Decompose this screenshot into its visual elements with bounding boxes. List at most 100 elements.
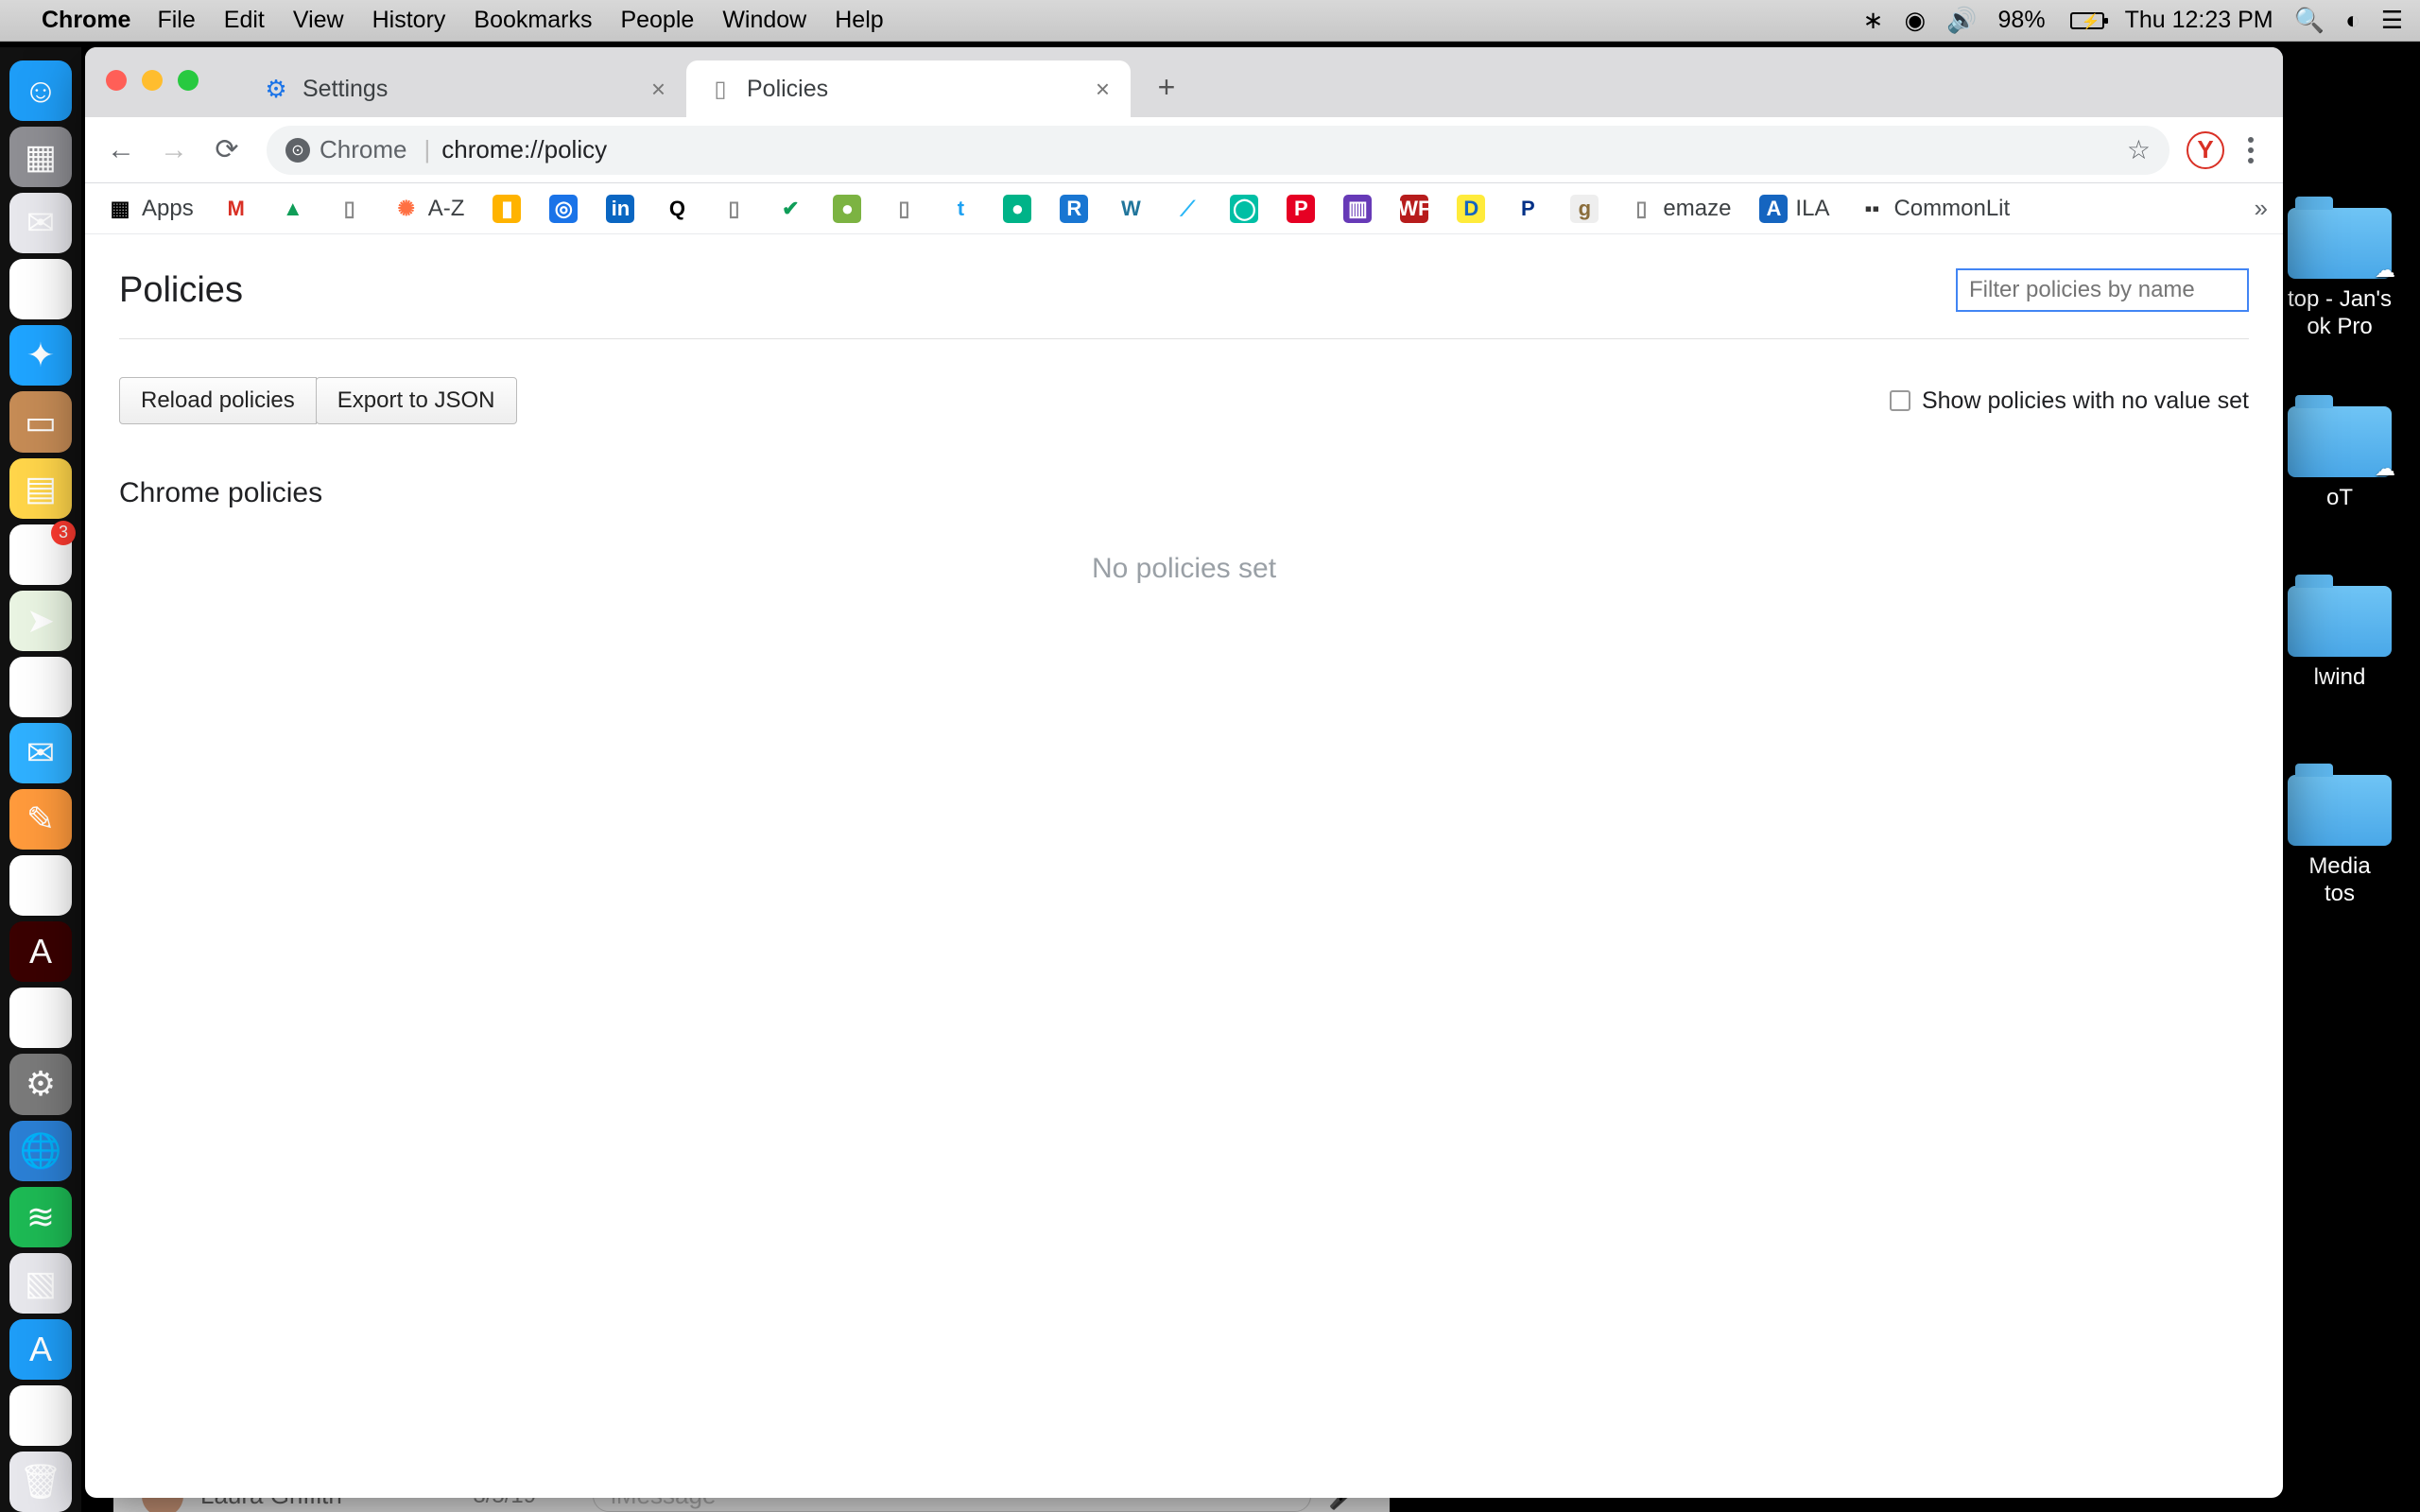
forward-button[interactable]: → bbox=[151, 128, 197, 173]
dock-messages[interactable]: ✉ bbox=[9, 723, 72, 783]
dock-appstore[interactable]: A bbox=[9, 1319, 72, 1380]
bookmark-item[interactable]: ✺A-Z bbox=[387, 191, 471, 227]
dock-pages[interactable]: ✎ bbox=[9, 789, 72, 850]
folder-icon bbox=[2288, 775, 2392, 846]
show-no-value-checkbox[interactable]: Show policies with no value set bbox=[1890, 387, 2249, 415]
dock-notes[interactable]: ▤ bbox=[9, 458, 72, 519]
bookmark-item[interactable]: ▥ bbox=[1338, 191, 1377, 227]
bookmark-item[interactable]: ▦Apps bbox=[100, 191, 199, 227]
checkbox-icon[interactable] bbox=[1890, 390, 1910, 411]
bookmark-item[interactable]: g bbox=[1564, 191, 1604, 227]
back-button[interactable]: ← bbox=[98, 128, 144, 173]
window-minimize-button[interactable] bbox=[142, 70, 163, 91]
desktop-folder[interactable]: lwind bbox=[2278, 586, 2401, 692]
bookmark-item[interactable]: P bbox=[1508, 191, 1547, 227]
bookmark-item[interactable]: in bbox=[600, 191, 640, 227]
bookmark-item[interactable]: ▯ bbox=[714, 191, 753, 227]
bookmark-item[interactable]: ▯ bbox=[884, 191, 924, 227]
bookmark-item[interactable]: ▪▪CommonLit bbox=[1852, 191, 2015, 227]
bookmark-item[interactable]: WF bbox=[1394, 191, 1434, 227]
menu-bookmarks[interactable]: Bookmarks bbox=[474, 7, 592, 34]
reload-policies-button[interactable]: Reload policies bbox=[119, 377, 317, 424]
dock-launchpad[interactable]: ▦ bbox=[9, 127, 72, 187]
menu-history[interactable]: History bbox=[372, 7, 446, 34]
menu-edit[interactable]: Edit bbox=[224, 7, 265, 34]
notification-center-icon[interactable]: ☰ bbox=[2381, 6, 2403, 35]
dock-reminders[interactable]: ✓3 bbox=[9, 524, 72, 585]
bookmark-item[interactable]: t bbox=[941, 191, 980, 227]
folder-icon: ☁ bbox=[2288, 208, 2392, 279]
dock-globe[interactable]: 🌐 bbox=[9, 1121, 72, 1181]
tab-close-button[interactable]: × bbox=[651, 75, 666, 104]
bookmark-item[interactable]: ● bbox=[827, 191, 867, 227]
menubar-app-name[interactable]: Chrome bbox=[42, 7, 130, 34]
bookmark-item[interactable]: ◯ bbox=[1224, 191, 1264, 227]
bookmark-item[interactable]: ▯ bbox=[330, 191, 370, 227]
siri-icon[interactable]: ◐ bbox=[2345, 6, 2360, 35]
dock-photos[interactable]: ✿ bbox=[9, 657, 72, 717]
reload-button[interactable]: ⟳ bbox=[204, 128, 250, 173]
dock-safari[interactable]: ✦ bbox=[9, 325, 72, 386]
dock-acrobat[interactable]: A bbox=[9, 921, 72, 982]
chrome-menu-button[interactable] bbox=[2232, 137, 2270, 163]
new-tab-button[interactable]: + bbox=[1146, 66, 1187, 108]
dock-textedit[interactable]: ▤ bbox=[9, 1385, 72, 1446]
tab-policies[interactable]: ▯Policies× bbox=[686, 60, 1131, 117]
menu-help[interactable]: Help bbox=[835, 7, 883, 34]
bookmark-item[interactable]: ▯emaze bbox=[1621, 191, 1737, 227]
dock-trash[interactable]: 🗑 bbox=[9, 1452, 72, 1512]
extension-icon[interactable]: Y bbox=[2187, 131, 2224, 169]
chrome-window: ⚙Settings×▯Policies×+ ← → ⟳ ⊙ Chrome | c… bbox=[85, 47, 2283, 1498]
bookmark-item[interactable]: ◎ bbox=[544, 191, 583, 227]
dock-maps[interactable]: ➤ bbox=[9, 591, 72, 651]
dock-chrome[interactable]: ◉ bbox=[9, 259, 72, 319]
bookmark-item[interactable]: P bbox=[1281, 191, 1321, 227]
desktop-folder[interactable]: ☁top - Jan'sok Pro bbox=[2278, 208, 2401, 341]
tab-title: Settings bbox=[302, 76, 388, 103]
bookmark-item[interactable]: D bbox=[1451, 191, 1491, 227]
bookmark-item[interactable]: M bbox=[216, 191, 256, 227]
window-close-button[interactable] bbox=[106, 70, 127, 91]
dock-preview[interactable]: ▧ bbox=[9, 1253, 72, 1314]
bookmark-star-icon[interactable]: ☆ bbox=[2127, 134, 2151, 165]
cloud-badge-icon: ☁ bbox=[2375, 456, 2395, 481]
dock-mail[interactable]: ✉ bbox=[9, 193, 72, 253]
menubar-clock[interactable]: Thu 12:23 PM bbox=[2125, 7, 2273, 34]
dock-settings[interactable]: ⚙ bbox=[9, 1054, 72, 1114]
dock-finder[interactable]: ☺ bbox=[9, 60, 72, 121]
bookmark-item[interactable]: R bbox=[1054, 191, 1094, 227]
dock-numbers[interactable]: ▥ bbox=[9, 855, 72, 916]
bookmarks-overflow-button[interactable]: » bbox=[2255, 194, 2268, 223]
dock-itunes[interactable]: ♪ bbox=[9, 988, 72, 1048]
menu-file[interactable]: File bbox=[157, 7, 195, 34]
dock-contacts[interactable]: ▭ bbox=[9, 391, 72, 452]
bluetooth-icon[interactable]: ∗ bbox=[1863, 6, 1884, 35]
volume-icon[interactable]: 🔊 bbox=[1946, 6, 1977, 35]
battery-percent[interactable]: 98% bbox=[1998, 7, 2046, 34]
bookmark-item[interactable]: ⟋ bbox=[1167, 191, 1207, 227]
bookmark-item[interactable]: ▲ bbox=[273, 191, 313, 227]
menu-people[interactable]: People bbox=[620, 7, 694, 34]
filter-policies-input[interactable] bbox=[1956, 268, 2249, 312]
omnibox-site-chip: ⊙ Chrome bbox=[285, 135, 406, 164]
bookmark-item[interactable]: ● bbox=[997, 191, 1037, 227]
window-zoom-button[interactable] bbox=[178, 70, 199, 91]
bookmark-item[interactable]: Q bbox=[657, 191, 697, 227]
bookmark-item[interactable]: ▮ bbox=[487, 191, 527, 227]
desktop-folder[interactable]: ☁oT bbox=[2278, 406, 2401, 512]
omnibox[interactable]: ⊙ Chrome | chrome://policy ☆ bbox=[267, 126, 2169, 175]
desktop-folder[interactable]: Mediatos bbox=[2278, 775, 2401, 908]
dock-spotify[interactable]: ≋ bbox=[9, 1187, 72, 1247]
bookmark-item[interactable]: AILA bbox=[1754, 191, 1835, 227]
menu-window[interactable]: Window bbox=[722, 7, 806, 34]
tab-settings[interactable]: ⚙Settings× bbox=[242, 60, 686, 117]
export-json-button[interactable]: Export to JSON bbox=[316, 377, 517, 424]
battery-icon[interactable]: ⚡ bbox=[2066, 12, 2104, 29]
bookmark-favicon: in bbox=[606, 195, 634, 223]
menu-view[interactable]: View bbox=[293, 7, 344, 34]
wifi-icon[interactable]: ◉ bbox=[1904, 6, 1926, 35]
bookmark-item[interactable]: W bbox=[1111, 191, 1150, 227]
spotlight-icon[interactable]: 🔍 bbox=[2294, 6, 2325, 35]
bookmark-item[interactable]: ✔ bbox=[770, 191, 810, 227]
tab-close-button[interactable]: × bbox=[1096, 75, 1110, 104]
